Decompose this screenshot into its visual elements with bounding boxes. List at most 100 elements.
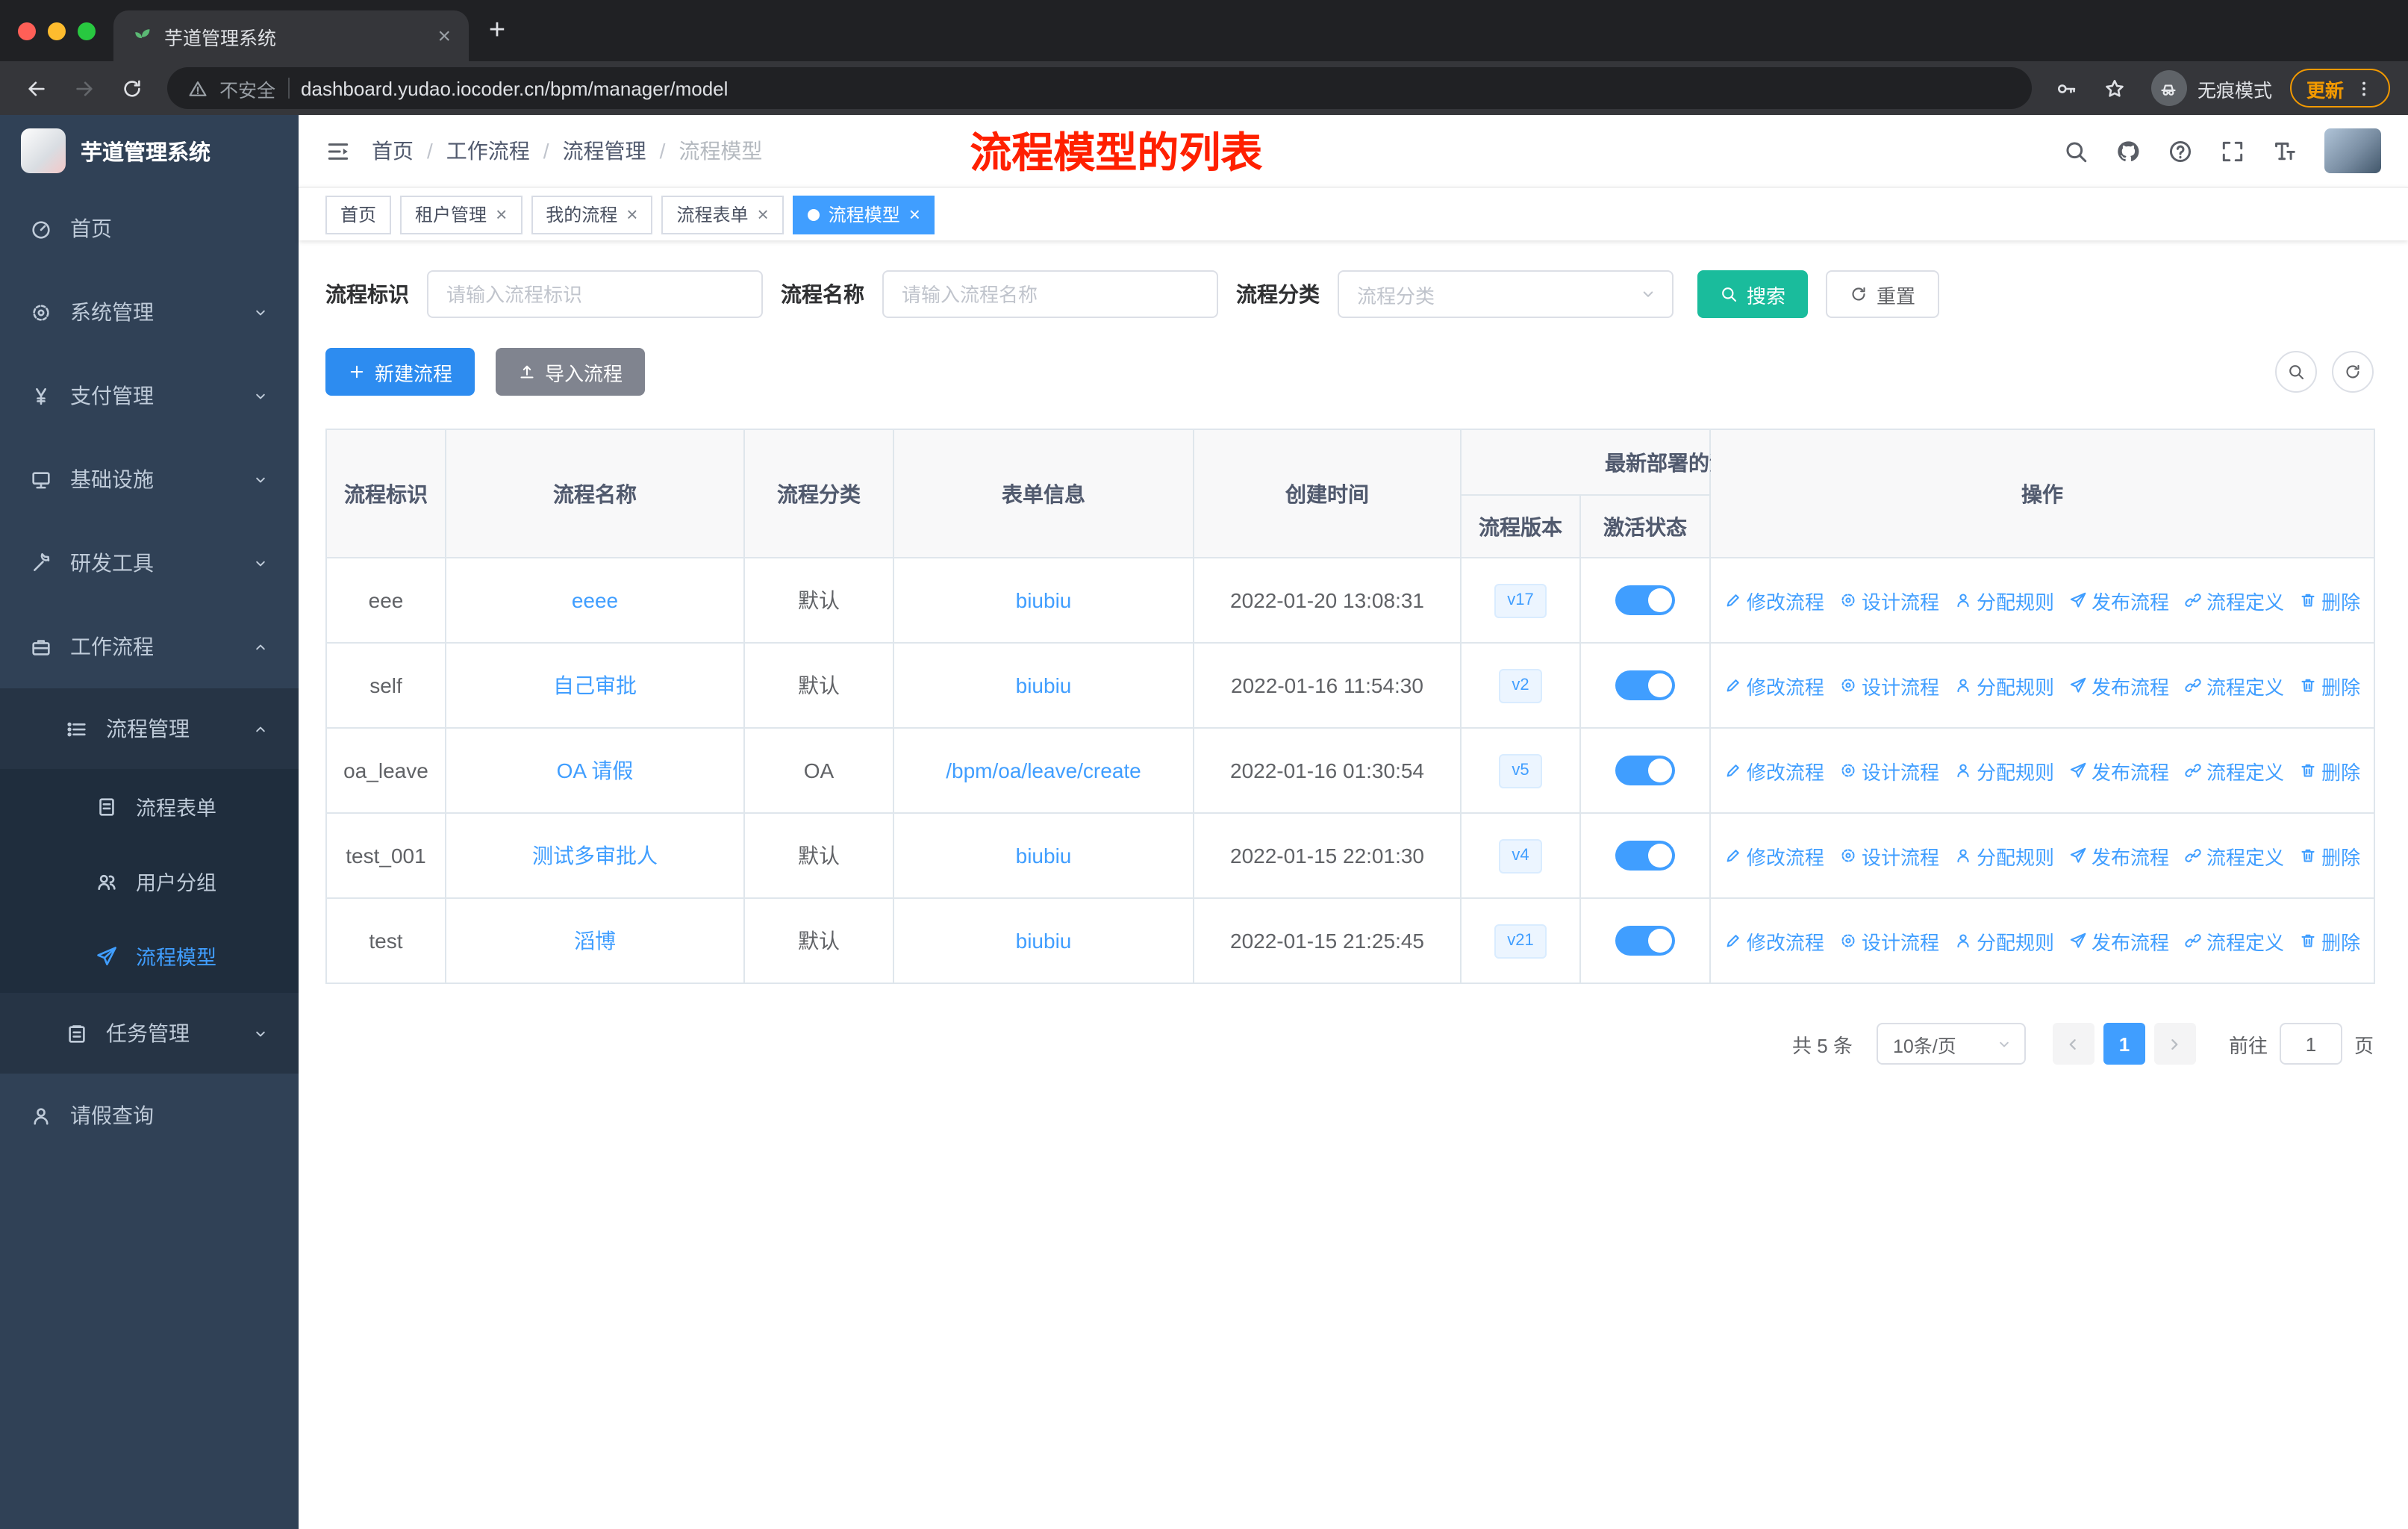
user-avatar[interactable] <box>2324 128 2381 173</box>
sidebar-item-workflow[interactable]: 工作流程 <box>0 605 299 688</box>
action-publish[interactable]: 发布流程 <box>2069 927 2169 955</box>
active-toggle[interactable] <box>1615 926 1675 956</box>
window-close-button[interactable] <box>18 22 36 40</box>
action-definition[interactable]: 流程定义 <box>2184 586 2284 614</box>
github-icon[interactable] <box>2115 138 2141 164</box>
action-assign-rule[interactable]: 分配规则 <box>1954 841 2054 870</box>
action-publish[interactable]: 发布流程 <box>2069 841 2169 870</box>
action-definition[interactable]: 流程定义 <box>2184 927 2284 955</box>
new-tab-button[interactable]: + <box>475 8 520 53</box>
process-id-input[interactable] <box>427 270 763 318</box>
form-info-link[interactable]: biubiu <box>1016 929 1072 953</box>
collapse-sidebar-icon[interactable] <box>325 138 351 164</box>
tag-close-icon[interactable]: × <box>909 203 920 225</box>
category-select[interactable]: 流程分类 <box>1338 270 1674 318</box>
breadcrumb-item-home[interactable]: 首页 <box>372 136 414 166</box>
process-name-link[interactable]: 测试多审批人 <box>532 844 658 868</box>
process-name-link[interactable]: eeee <box>572 588 618 612</box>
fullscreen-icon[interactable] <box>2220 138 2245 164</box>
action-publish[interactable]: 发布流程 <box>2069 586 2169 614</box>
tag-process-model[interactable]: 流程模型 × <box>792 195 935 234</box>
action-modify[interactable]: 修改流程 <box>1724 586 1824 614</box>
forward-button[interactable] <box>66 70 102 106</box>
process-name-link[interactable]: 自己审批 <box>553 673 637 697</box>
action-delete[interactable]: 删除 <box>2299 586 2360 614</box>
action-modify[interactable]: 修改流程 <box>1724 927 1824 955</box>
action-assign-rule[interactable]: 分配规则 <box>1954 586 2054 614</box>
breadcrumb-item-workflow[interactable]: 工作流程 <box>446 136 530 166</box>
search-icon[interactable] <box>2063 138 2089 164</box>
prev-page-button[interactable] <box>2052 1023 2094 1065</box>
sidebar-item-devtools[interactable]: 研发工具 <box>0 521 299 605</box>
action-design[interactable]: 设计流程 <box>1839 671 1939 700</box>
search-button[interactable]: 搜索 <box>1697 270 1809 318</box>
reload-button[interactable] <box>113 70 149 106</box>
action-delete[interactable]: 删除 <box>2299 927 2360 955</box>
window-minimize-button[interactable] <box>48 22 66 40</box>
action-modify[interactable]: 修改流程 <box>1724 671 1824 700</box>
bookmark-button[interactable] <box>2097 70 2133 106</box>
browser-menu-icon[interactable] <box>2354 78 2374 98</box>
help-icon[interactable] <box>2168 138 2193 164</box>
action-delete[interactable]: 删除 <box>2299 756 2360 785</box>
tag-process-form[interactable]: 流程表单 × <box>661 195 784 234</box>
sidebar-item-process-model[interactable]: 流程模型 <box>0 918 299 993</box>
goto-page-input[interactable] <box>2279 1023 2342 1065</box>
active-toggle[interactable] <box>1615 841 1675 871</box>
import-process-button[interactable]: 导入流程 <box>496 348 646 396</box>
action-assign-rule[interactable]: 分配规则 <box>1954 671 2054 700</box>
form-info-link[interactable]: biubiu <box>1016 673 1072 697</box>
active-toggle[interactable] <box>1615 585 1675 615</box>
address-bar[interactable]: 不安全 dashboard.yudao.iocoder.cn/bpm/manag… <box>167 67 2032 109</box>
sidebar-item-payment[interactable]: 支付管理 <box>0 354 299 437</box>
page-size-select[interactable]: 10条/页 <box>1876 1023 2026 1065</box>
action-delete[interactable]: 删除 <box>2299 841 2360 870</box>
form-info-link[interactable]: biubiu <box>1016 844 1072 868</box>
action-assign-rule[interactable]: 分配规则 <box>1954 756 2054 785</box>
sidebar-item-home[interactable]: 首页 <box>0 187 299 270</box>
toggle-search-button[interactable] <box>2275 351 2317 393</box>
sidebar-item-system[interactable]: 系统管理 <box>0 270 299 354</box>
browser-update-button[interactable]: 更新 <box>2289 69 2390 108</box>
action-assign-rule[interactable]: 分配规则 <box>1954 927 2054 955</box>
process-name-link[interactable]: 滔博 <box>574 929 616 953</box>
action-definition[interactable]: 流程定义 <box>2184 671 2284 700</box>
create-process-button[interactable]: 新建流程 <box>325 348 475 396</box>
action-design[interactable]: 设计流程 <box>1839 841 1939 870</box>
action-design[interactable]: 设计流程 <box>1839 756 1939 785</box>
active-toggle[interactable] <box>1615 670 1675 700</box>
tag-home[interactable]: 首页 <box>325 195 392 234</box>
reset-button[interactable]: 重置 <box>1826 270 1940 318</box>
window-zoom-button[interactable] <box>78 22 96 40</box>
breadcrumb-item-process-mgmt[interactable]: 流程管理 <box>563 136 646 166</box>
tag-close-icon[interactable]: × <box>626 203 637 225</box>
tag-close-icon[interactable]: × <box>496 203 507 225</box>
page-number-current[interactable]: 1 <box>2103 1023 2145 1065</box>
sidebar-item-infrastructure[interactable]: 基础设施 <box>0 437 299 521</box>
app-logo-row[interactable]: 芋道管理系统 <box>0 115 299 187</box>
font-size-icon[interactable] <box>2272 138 2298 164</box>
sidebar-item-process-mgmt[interactable]: 流程管理 <box>0 688 299 769</box>
tag-close-icon[interactable]: × <box>758 203 769 225</box>
back-button[interactable] <box>18 70 54 106</box>
tab-close-icon[interactable]: × <box>437 23 451 49</box>
action-modify[interactable]: 修改流程 <box>1724 841 1824 870</box>
sidebar-item-process-form[interactable]: 流程表单 <box>0 769 299 844</box>
browser-tab[interactable]: 芋道管理系统 × <box>113 10 469 61</box>
sidebar-item-user-group[interactable]: 用户分组 <box>0 844 299 918</box>
tag-tenant[interactable]: 租户管理 × <box>400 195 523 234</box>
process-name-link[interactable]: OA 请假 <box>557 759 634 782</box>
form-info-link[interactable]: /bpm/oa/leave/create <box>946 759 1141 782</box>
action-definition[interactable]: 流程定义 <box>2184 756 2284 785</box>
sidebar-item-leave-query[interactable]: 请假查询 <box>0 1074 299 1157</box>
sidebar-item-task-mgmt[interactable]: 任务管理 <box>0 993 299 1074</box>
action-design[interactable]: 设计流程 <box>1839 586 1939 614</box>
action-publish[interactable]: 发布流程 <box>2069 671 2169 700</box>
password-manager-button[interactable] <box>2050 70 2086 106</box>
tag-my-process[interactable]: 我的流程 × <box>531 195 653 234</box>
refresh-table-button[interactable] <box>2332 351 2374 393</box>
action-delete[interactable]: 删除 <box>2299 671 2360 700</box>
form-info-link[interactable]: biubiu <box>1016 588 1072 612</box>
next-page-button[interactable] <box>2153 1023 2196 1065</box>
active-toggle[interactable] <box>1615 756 1675 785</box>
